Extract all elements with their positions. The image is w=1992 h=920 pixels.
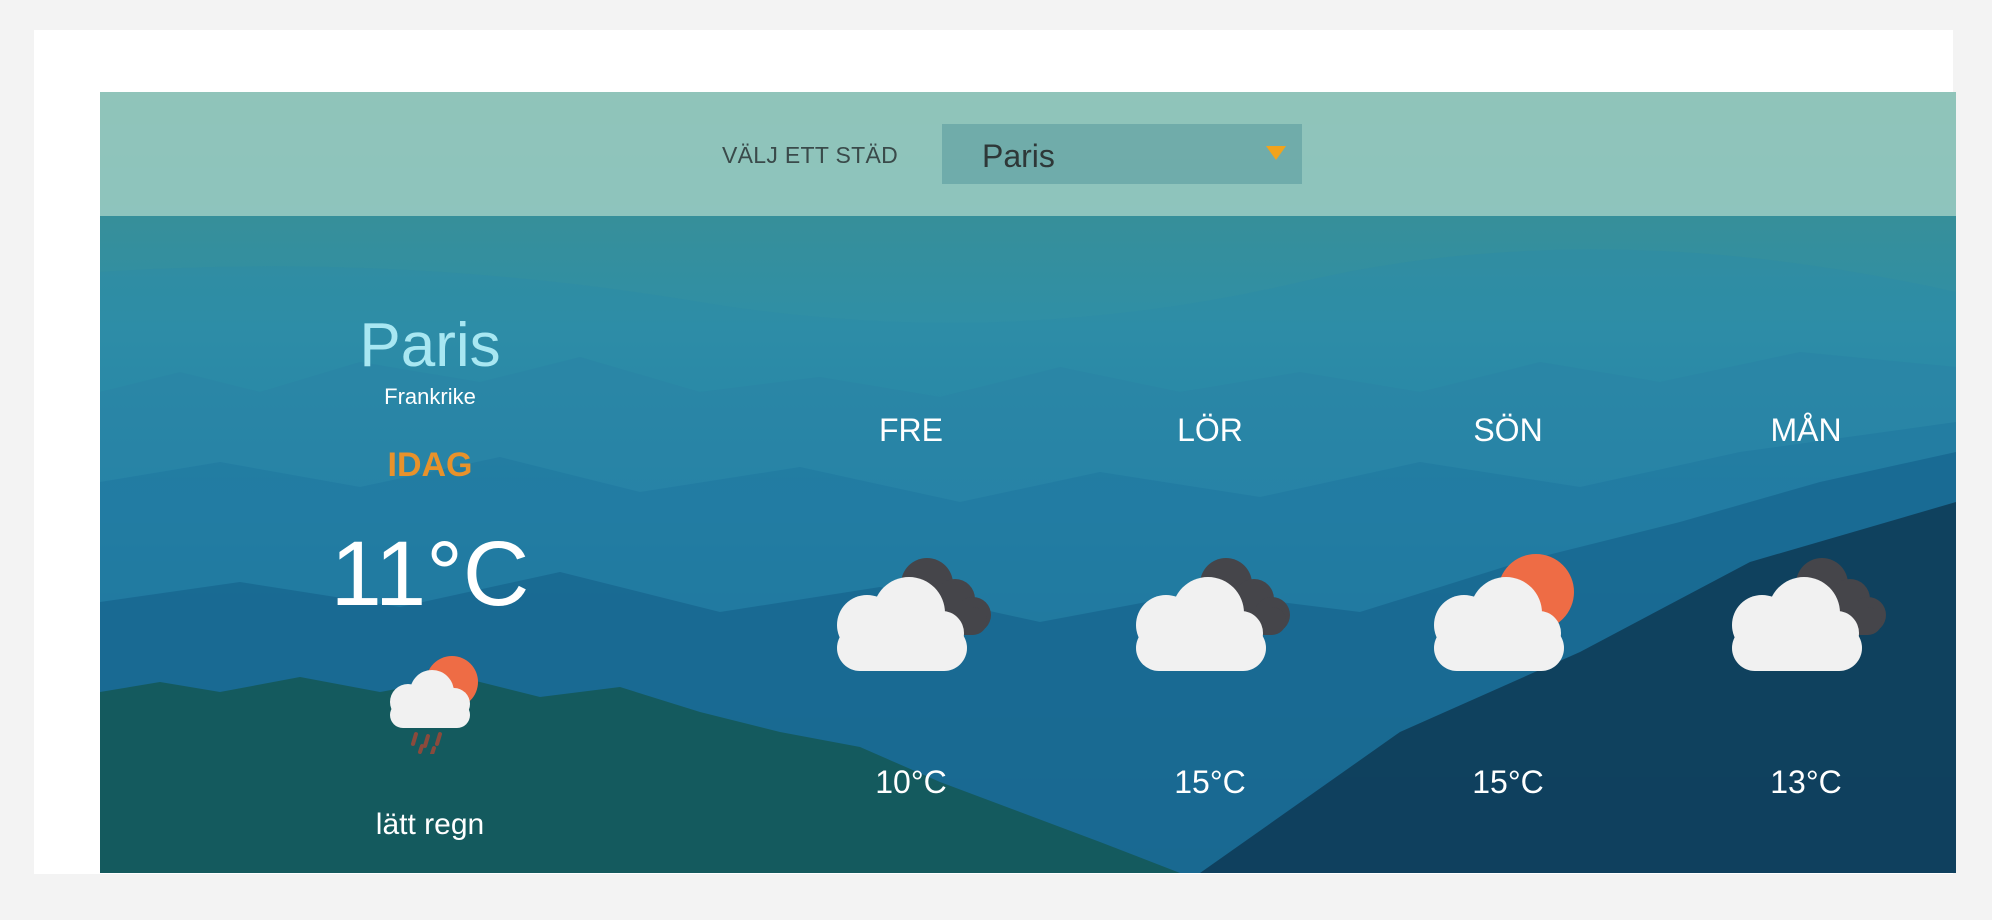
forecast-day-1: FRE 10°C <box>811 92 1011 873</box>
forecast-day-name: FRE <box>879 412 943 448</box>
forecast-day-2: LÖR 15°C <box>1110 92 1310 873</box>
cloud-dark-cloud-icon <box>1136 558 1290 671</box>
today-label: IDAG <box>387 446 473 484</box>
light-rain-sun-icon <box>390 656 478 754</box>
forecast-temperature: 15°C <box>1174 764 1246 800</box>
city-picker-bar: VÄLJ ETT STÄD Paris <box>100 92 1956 216</box>
cloud-sun-icon <box>1434 554 1574 671</box>
weather-description: lätt regn <box>375 808 485 841</box>
forecast-day-name: SÖN <box>1473 412 1543 448</box>
forecast-day-4: MÅN 13°C <box>1706 92 1906 873</box>
forecast-day-3: SÖN 15°C <box>1408 92 1608 873</box>
cloud-dark-cloud-icon <box>1732 558 1886 671</box>
forecast-temperature: 13°C <box>1770 764 1842 800</box>
forecast-day-name: LÖR <box>1177 412 1243 448</box>
weather-card: VÄLJ ETT STÄD Paris Paris Frankrike IDAG… <box>34 30 1956 874</box>
forecast-temperature: 10°C <box>875 764 947 800</box>
current-temperature: 11°C <box>330 523 530 625</box>
current-city-name: Paris <box>359 311 501 380</box>
cloud-dark-cloud-icon <box>837 558 991 671</box>
weather-widget: VÄLJ ETT STÄD Paris Paris Frankrike IDAG… <box>100 92 1956 873</box>
forecast-temperature: 15°C <box>1472 764 1544 800</box>
forecast-day-name: MÅN <box>1770 412 1842 448</box>
current-country-name: Frankrike <box>384 384 476 409</box>
